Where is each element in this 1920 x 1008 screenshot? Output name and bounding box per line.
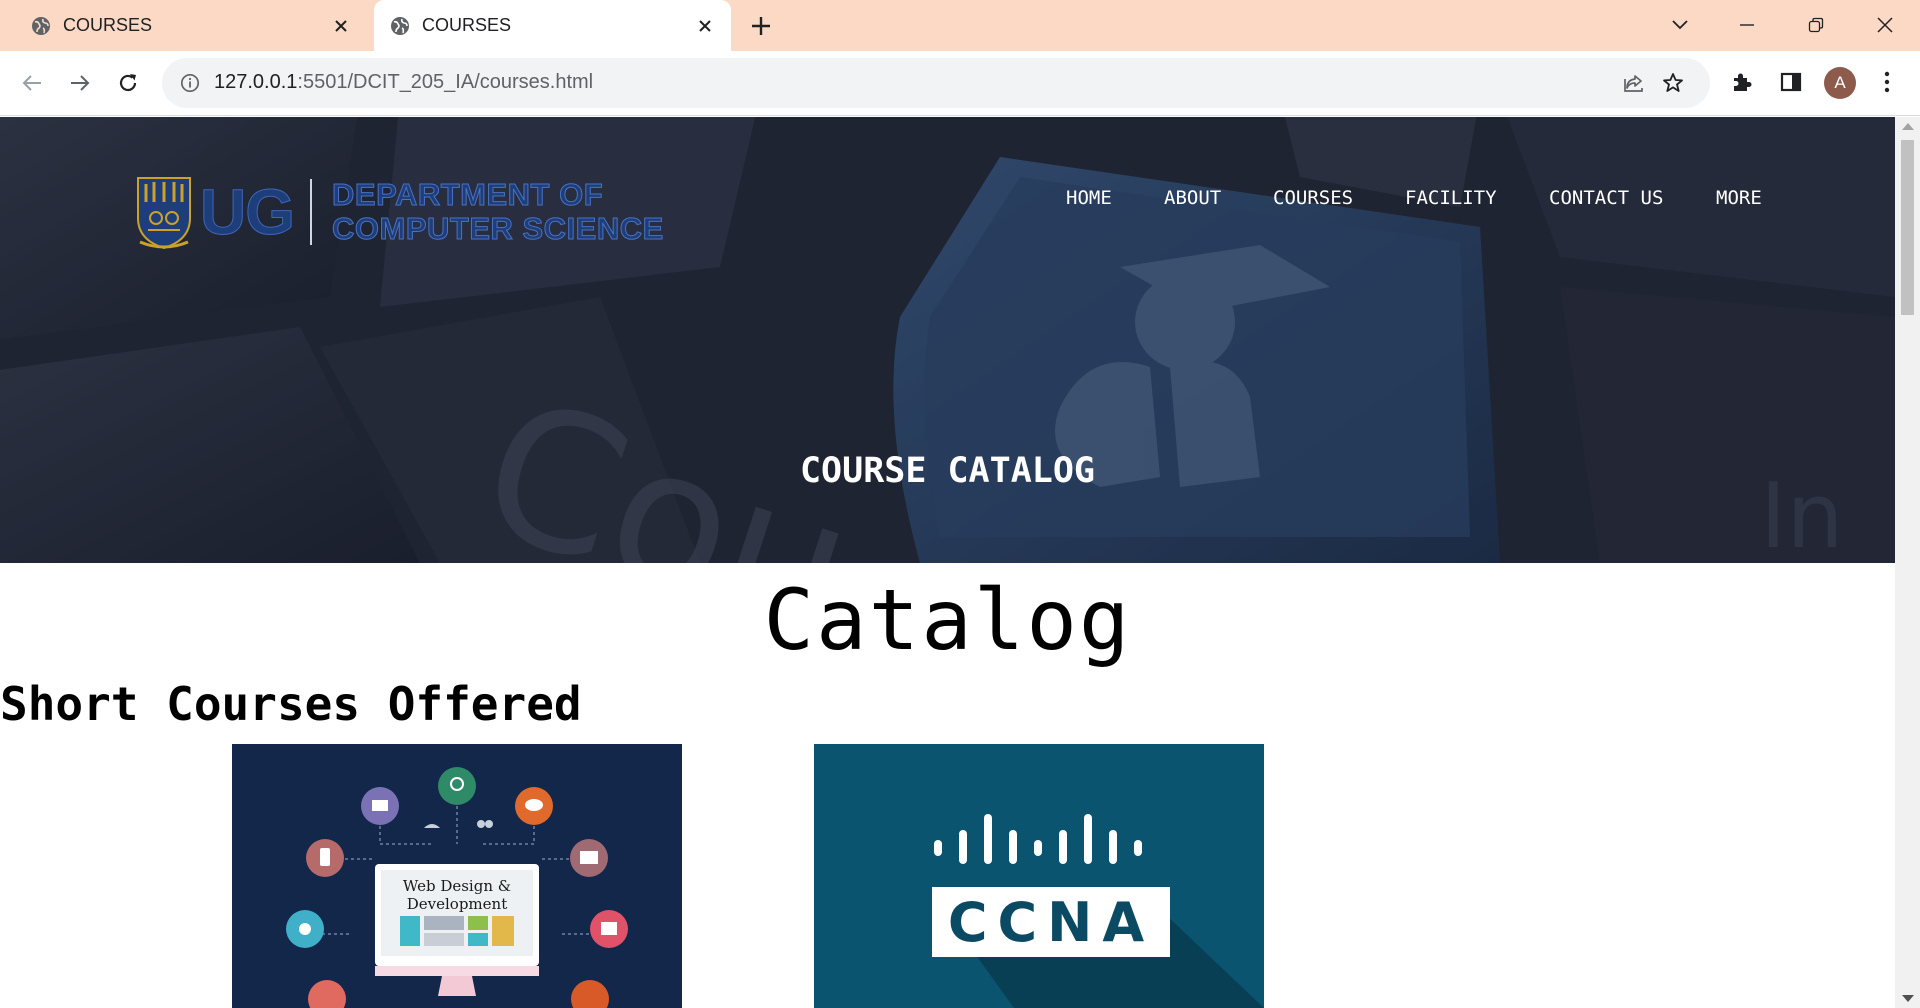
minimize-icon[interactable] [1733,11,1761,39]
short-courses-heading: Short Courses Offered [0,677,582,731]
side-panel-icon[interactable] [1777,68,1805,96]
globe-icon [391,16,409,35]
tab-title: COURSES [422,15,512,35]
browser-toolbar: 127.0.0.1:5501/DCIT_205_IA/courses.html … [0,51,1920,116]
share-icon[interactable] [1622,71,1646,95]
back-arrow-icon[interactable] [16,67,48,99]
university-crest-icon [137,177,191,250]
logo-dept-line-2: COMPUTER SCIENCE [332,211,664,246]
catalog-heading: Catalog [763,571,1132,669]
tab-close-icon[interactable] [695,16,715,36]
logo-ug-text: UG [200,176,296,249]
close-window-icon[interactable] [1871,11,1899,39]
nav-courses[interactable]: COURSES [1273,187,1353,209]
page-scrollbar[interactable] [1895,117,1920,1008]
url-host: 127.0.0.1 [214,71,298,93]
scroll-down-arrow-icon[interactable] [1902,995,1914,1002]
hero-title: COURSE CATALOG [799,451,1095,491]
logo-department-name: DEPARTMENT OF COMPUTER SCIENCE [332,177,664,246]
web-design-illustration: Web Design & Development [232,744,682,1008]
scroll-up-arrow-icon[interactable] [1902,123,1914,130]
new-tab-plus-icon[interactable] [748,13,774,39]
url-text[interactable]: 127.0.0.1:5501/DCIT_205_IA/courses.html [214,71,593,94]
profile-avatar[interactable]: A [1824,67,1856,99]
ccna-cisco-illustration: CCNA [814,744,1264,1008]
bookmark-star-icon[interactable] [1661,71,1685,95]
restore-icon[interactable] [1802,11,1830,39]
ccna-image-text: CCNA [948,891,1154,954]
nav-more[interactable]: MORE [1716,187,1762,209]
page-viewport: Cou In UG DEPARTMENT OF COMPUTER SCIENCE… [0,117,1895,1008]
browser-tab-1[interactable]: COURSES [0,0,367,51]
address-bar[interactable]: 127.0.0.1:5501/DCIT_205_IA/courses.html [162,58,1710,108]
url-path: :5501/DCIT_205_IA/courses.html [297,71,594,93]
forward-arrow-icon[interactable] [64,67,96,99]
nav-home[interactable]: HOME [1066,187,1112,209]
tab-search-chevron-icon[interactable] [1666,11,1694,39]
web-design-image-text-2: Development [407,895,507,913]
reload-icon[interactable] [112,67,144,99]
extensions-puzzle-icon[interactable] [1728,68,1756,96]
nav-facility[interactable]: FACILITY [1405,187,1497,209]
browser-tab-2[interactable]: COURSES [374,0,731,51]
department-logo[interactable]: UG DEPARTMENT OF COMPUTER SCIENCE [134,167,664,257]
logo-dept-line-1: DEPARTMENT OF [332,177,604,212]
logo-divider [310,179,312,245]
globe-icon [32,16,50,35]
scrollbar-thumb[interactable] [1901,140,1914,315]
nav-about[interactable]: ABOUT [1164,187,1221,209]
browser-menu-icon[interactable] [1873,68,1901,96]
tab-close-icon[interactable] [331,16,351,36]
nav-contact-us[interactable]: CONTACT US [1549,187,1663,209]
tab-title: COURSES [63,15,153,35]
course-card-web-design[interactable]: Web Design & Development [232,744,682,1008]
site-info-icon[interactable] [180,73,200,93]
course-card-ccna[interactable]: CCNA [814,744,1264,1008]
hero-banner: Cou In UG DEPARTMENT OF COMPUTER SCIENCE… [0,117,1895,563]
tab-strip: COURSES COURSES [0,0,1920,51]
web-design-image-text-1: Web Design & [403,877,511,895]
